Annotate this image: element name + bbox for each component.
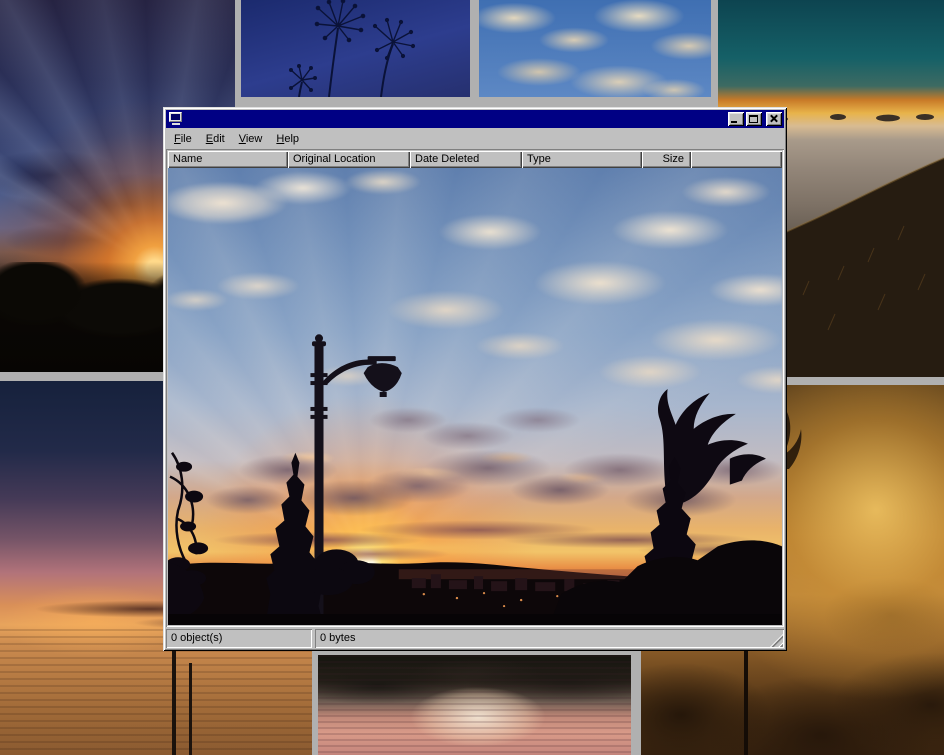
column-header-original-location[interactable]: Original Location	[288, 151, 410, 168]
recycle-bin-window: File Edit View Help Name Original Locati…	[163, 107, 787, 651]
menu-file[interactable]: File	[167, 131, 199, 147]
menu-bar: File Edit View Help	[166, 128, 784, 149]
status-object-count: 0 object(s)	[166, 629, 312, 648]
photo-silhouettes	[168, 168, 782, 625]
listview-photo-content[interactable]	[168, 168, 782, 625]
menu-view[interactable]: View	[232, 131, 270, 147]
reflection-ripples-decoration	[318, 655, 631, 755]
column-header-name[interactable]: Name	[168, 151, 288, 168]
menu-help[interactable]: Help	[269, 131, 306, 147]
maximize-button[interactable]	[746, 112, 762, 126]
column-header-row: Name Original Location Date Deleted Type…	[168, 151, 782, 168]
computer-icon	[168, 112, 184, 126]
column-header-size[interactable]: Size	[642, 151, 691, 168]
minimize-icon	[731, 121, 737, 123]
maximize-icon	[749, 115, 758, 123]
status-bar: 0 object(s) 0 bytes	[166, 629, 784, 648]
close-button[interactable]	[766, 112, 782, 126]
water-reflection-photo	[318, 655, 631, 755]
flower-silhouette-photo	[241, 0, 470, 97]
status-byte-count: 0 bytes	[315, 629, 784, 648]
water-pole-decoration	[172, 633, 176, 755]
minimize-button[interactable]	[728, 112, 744, 126]
window-titlebar[interactable]	[166, 110, 784, 128]
column-header-date-deleted[interactable]: Date Deleted	[410, 151, 522, 168]
column-header-type[interactable]: Type	[522, 151, 642, 168]
menu-edit[interactable]: Edit	[199, 131, 232, 147]
water-pole-decoration	[189, 663, 192, 755]
file-list-view: Name Original Location Date Deleted Type…	[166, 149, 784, 627]
umbel-flower-silhouette	[241, 0, 470, 97]
column-header-filler	[691, 151, 782, 168]
cloud-sky-photo	[479, 0, 711, 97]
